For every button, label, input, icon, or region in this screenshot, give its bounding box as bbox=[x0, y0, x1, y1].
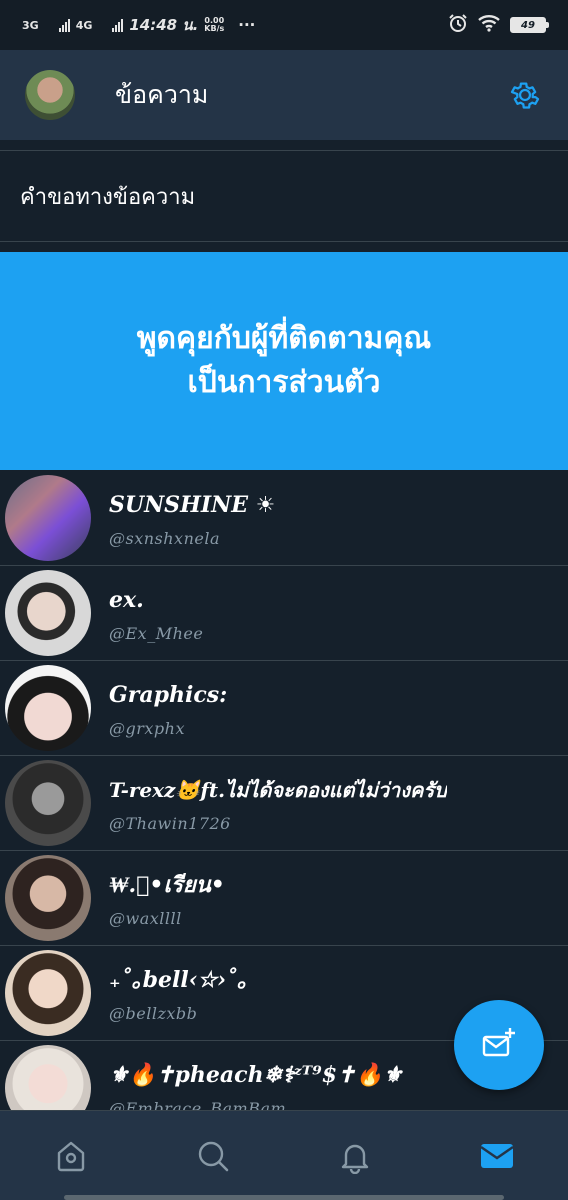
conversation-text: ⚜🔥✝pheach❄⚕ᶻᵀ⁹$✝🔥⚜ @Embrace_BamBam bbox=[109, 1059, 403, 1118]
display-name: SUNSHINE ☀ bbox=[109, 491, 276, 518]
conversation-text: ₊˚｡bell‹☆›˚｡ @bellzxbb bbox=[109, 964, 248, 1023]
conversation-row[interactable]: SUNSHINE ☀ @sxnshxnela bbox=[0, 471, 568, 566]
nav-notifications[interactable] bbox=[330, 1131, 380, 1181]
battery-icon: 49 bbox=[510, 17, 549, 33]
settings-button[interactable] bbox=[507, 77, 543, 113]
avatar[interactable] bbox=[5, 950, 91, 1036]
avatar[interactable] bbox=[5, 665, 91, 751]
message-requests-row[interactable]: คำขอทางข้อความ bbox=[0, 150, 568, 242]
banner-line-2: เป็นการส่วนตัว bbox=[187, 365, 381, 400]
new-message-button[interactable] bbox=[454, 1000, 544, 1090]
display-name: ex. bbox=[109, 586, 144, 613]
user-handle: @grxphx bbox=[109, 718, 185, 738]
user-handle: @bellzxbb bbox=[109, 1003, 198, 1023]
wifi-icon bbox=[478, 14, 500, 36]
conversation-text: ₩.ﾟ•เรียน• @waxllll bbox=[109, 869, 225, 928]
profile-avatar[interactable] bbox=[25, 70, 75, 120]
user-handle: @sxnshxnela bbox=[109, 528, 221, 548]
display-name: ⚜🔥✝pheach❄⚕ᶻᵀ⁹$✝🔥⚜ bbox=[109, 1061, 403, 1088]
status-bar: 3G 4G 14:48 น. 0.00 KB/s ··· 49 bbox=[0, 0, 568, 50]
promo-banner: พูดคุยกับผู้ที่ติดตามคุณ เป็นการส่วนตัว bbox=[0, 252, 568, 470]
display-name: T-rexz🐱ft.ไม่ได้จะดองแต่ไม่ว่างครับ bbox=[109, 777, 447, 802]
network-3g-indicator: 3G bbox=[22, 18, 39, 32]
more-notifications: ··· bbox=[238, 16, 256, 34]
nav-search[interactable] bbox=[188, 1131, 238, 1181]
status-time: 14:48 น. bbox=[129, 16, 199, 34]
avatar[interactable] bbox=[5, 760, 91, 846]
message-requests-label: คำขอทางข้อความ bbox=[20, 184, 196, 210]
avatar[interactable] bbox=[5, 855, 91, 941]
signal-bars-icon bbox=[112, 18, 124, 32]
gear-icon bbox=[510, 82, 540, 109]
search-icon bbox=[198, 1141, 229, 1171]
conversation-text: SUNSHINE ☀ @sxnshxnela bbox=[109, 489, 275, 548]
display-name: ₊˚｡bell‹☆›˚｡ bbox=[109, 966, 249, 993]
signal-bars-icon bbox=[58, 18, 70, 32]
user-handle: @Thawin1726 bbox=[109, 813, 231, 833]
status-left: 3G 4G 14:48 น. 0.00 KB/s ··· bbox=[22, 13, 255, 37]
speed-unit: KB/s bbox=[204, 24, 225, 33]
conversation-row[interactable]: Graphics: @grxphx bbox=[0, 661, 568, 756]
user-handle: @Ex_Mhee bbox=[109, 623, 204, 643]
bell-icon bbox=[341, 1144, 369, 1174]
user-handle: @waxllll bbox=[109, 908, 182, 928]
home-icon bbox=[57, 1141, 85, 1171]
conversation-row[interactable]: ₩.ﾟ•เรียน• @waxllll bbox=[0, 851, 568, 946]
avatar[interactable] bbox=[5, 475, 91, 561]
status-right: 49 bbox=[448, 13, 549, 37]
alarm-icon bbox=[448, 13, 468, 37]
mail-icon bbox=[480, 1143, 514, 1168]
avatar[interactable] bbox=[5, 570, 91, 656]
banner-line-1: พูดคุยกับผู้ที่ติดตามคุณ bbox=[136, 321, 432, 356]
conversation-text: Graphics: @grxphx bbox=[109, 679, 227, 738]
display-name: ₩.ﾟ•เรียน• bbox=[109, 871, 225, 898]
conversation-row[interactable]: ex. @Ex_Mhee bbox=[0, 566, 568, 661]
gesture-bar[interactable] bbox=[64, 1195, 504, 1200]
page-title: ข้อความ bbox=[115, 80, 209, 109]
display-name: Graphics: bbox=[109, 681, 228, 708]
nav-messages[interactable] bbox=[472, 1131, 522, 1181]
new-message-icon bbox=[482, 1028, 515, 1057]
top-app-bar: ข้อความ bbox=[0, 50, 568, 140]
conversation-row[interactable]: T-rexz🐱ft.ไม่ได้จะดองแต่ไม่ว่างครับ @Tha… bbox=[0, 756, 568, 851]
conversation-text: T-rexz🐱ft.ไม่ได้จะดองแต่ไม่ว่างครับ @Tha… bbox=[109, 774, 447, 833]
bottom-navigation bbox=[0, 1110, 568, 1200]
conversation-text: ex. @Ex_Mhee bbox=[109, 584, 203, 643]
messages-screen: 3G 4G 14:48 น. 0.00 KB/s ··· 49 ข้อความ bbox=[0, 0, 568, 1200]
network-speed: 0.00 KB/s bbox=[204, 17, 224, 33]
network-4g-indicator: 4G bbox=[75, 18, 93, 32]
nav-home[interactable] bbox=[46, 1131, 96, 1181]
